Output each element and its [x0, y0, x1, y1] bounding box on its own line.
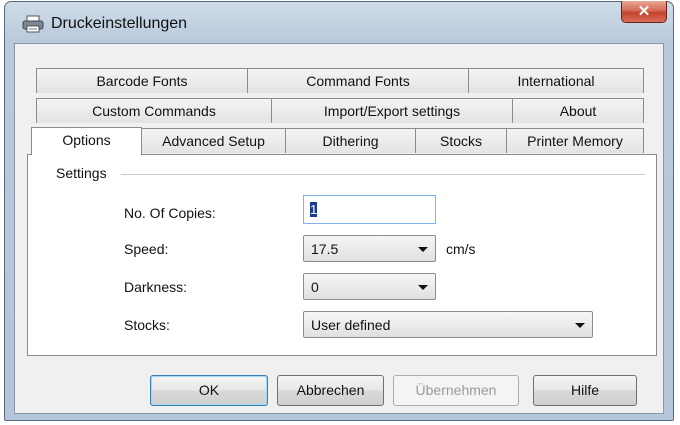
- options-panel: Settings No. Of Copies: 1 Speed: 17.5 cm…: [27, 154, 657, 356]
- darkness-select[interactable]: 0: [303, 273, 436, 300]
- settings-group-divider: [121, 174, 645, 175]
- darkness-label: Darkness:: [124, 279, 188, 295]
- stocks-select[interactable]: User defined: [303, 311, 593, 338]
- tab-advanced-setup[interactable]: Advanced Setup: [141, 128, 286, 153]
- copies-label: No. Of Copies:: [124, 205, 216, 221]
- apply-button[interactable]: Übernehmen: [393, 375, 519, 406]
- speed-label: Speed:: [124, 241, 169, 257]
- stocks-label: Stocks:: [124, 317, 170, 333]
- speed-select[interactable]: 17.5: [303, 235, 436, 262]
- tab-custom-commands[interactable]: Custom Commands: [36, 98, 272, 123]
- title-bar[interactable]: Druckeinstellungen ✕: [5, 1, 673, 44]
- speed-unit: cm/s: [446, 241, 476, 257]
- speed-value: 17.5: [311, 241, 339, 257]
- tab-command-fonts[interactable]: Command Fonts: [247, 68, 469, 93]
- close-button[interactable]: ✕: [621, 1, 667, 23]
- tab-printer-memory[interactable]: Printer Memory: [506, 128, 644, 153]
- tab-options[interactable]: Options: [31, 127, 142, 155]
- tab-dithering[interactable]: Dithering: [285, 128, 416, 153]
- chevron-down-icon: [418, 285, 428, 290]
- help-button[interactable]: Hilfe: [533, 375, 637, 406]
- print-settings-window: Druckeinstellungen ✕ Barcode Fonts Comma…: [4, 1, 674, 421]
- tab-stocks[interactable]: Stocks: [415, 128, 507, 153]
- chevron-down-icon: [575, 323, 585, 328]
- settings-group-label: Settings: [56, 165, 107, 181]
- tab-import-export-settings[interactable]: Import/Export settings: [271, 98, 513, 123]
- chevron-down-icon: [418, 247, 428, 252]
- stocks-value: User defined: [311, 317, 391, 333]
- darkness-value: 0: [311, 279, 319, 295]
- cancel-button[interactable]: Abbrechen: [277, 375, 384, 406]
- copies-value: 1: [310, 202, 318, 217]
- ok-button[interactable]: OK: [150, 375, 268, 406]
- tab-about[interactable]: About: [512, 98, 644, 123]
- tab-international[interactable]: International: [468, 68, 644, 93]
- window-title: Druckeinstellungen: [51, 15, 188, 32]
- printer-icon: [22, 15, 44, 33]
- copies-input[interactable]: 1: [303, 195, 436, 224]
- tab-barcode-fonts[interactable]: Barcode Fonts: [36, 68, 248, 93]
